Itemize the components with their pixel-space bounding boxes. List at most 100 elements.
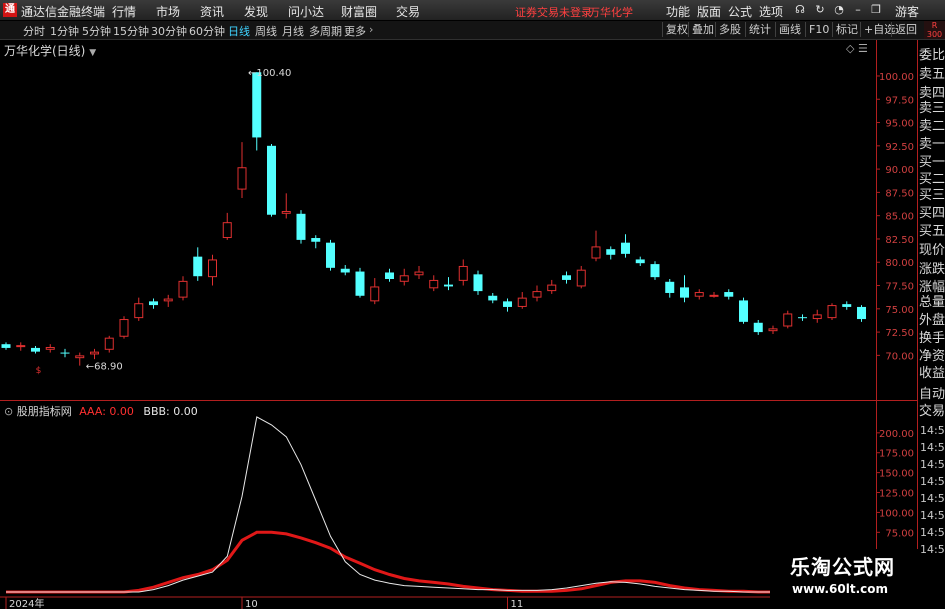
chevron-right-icon[interactable]: › [369, 23, 373, 36]
candle-body [208, 259, 217, 278]
price-axis-label: 77.50 [885, 282, 914, 293]
price-axis-label: 95.00 [885, 119, 914, 130]
tick-time: 14:56 [920, 458, 945, 471]
tool-statistics[interactable]: 统计 [745, 22, 771, 37]
price-axis-label: 87.50 [885, 188, 914, 199]
skin-icon[interactable]: ◔ [832, 3, 846, 16]
candle-body [193, 256, 203, 277]
label-volume: 总量 [919, 295, 945, 310]
price-axis-label: 75.00 [885, 305, 914, 316]
menu-news[interactable]: 资讯 [200, 3, 224, 20]
indicator-axis-label: 75.00 [885, 528, 914, 539]
candle-body [340, 268, 350, 273]
corner-badge[interactable]: R 300 [924, 21, 945, 39]
tool-multi-stock[interactable]: 多股 [715, 22, 741, 37]
candle-body [444, 284, 453, 287]
tool-draw-line[interactable]: 画线 [775, 22, 801, 37]
candle-body [665, 281, 675, 293]
watermark-title: 乐淘公式网 [790, 555, 895, 579]
candlestick-chart[interactable]: 70.00 72.50 75.00 77.50 80.00 82.50 85.00 87.50… [0, 40, 917, 400]
period-timeshare[interactable]: 分时 [23, 23, 45, 39]
label-bid3: 买三 [919, 188, 945, 203]
candle-body [650, 264, 660, 278]
tool-adjust[interactable]: 复权 [662, 22, 688, 37]
period-multi[interactable]: 多周期 [309, 23, 342, 39]
candle-body [606, 249, 616, 255]
price-axis-label: 82.50 [885, 235, 914, 246]
menu-ask-xiaoda[interactable]: 问小达 [288, 3, 324, 20]
indicator-axis-label: 200.00 [879, 429, 914, 440]
candle-body [680, 287, 689, 298]
menu-functions[interactable]: 功能 [666, 3, 690, 20]
menu-trade[interactable]: 交易 [396, 3, 420, 20]
candle-body [798, 317, 807, 319]
period-1min[interactable]: 1分钟 [50, 23, 79, 39]
period-5min[interactable]: 5分钟 [82, 23, 111, 39]
candle-body [517, 297, 527, 307]
label-turnover: 换手 [919, 331, 945, 346]
candle-body [857, 306, 866, 320]
label-bid2: 买二 [919, 172, 945, 187]
tool-f10[interactable]: F10 [805, 22, 829, 37]
tick-time: 14:56 [920, 441, 945, 454]
price-axis-label: 70.00 [885, 351, 914, 362]
menu-discover[interactable]: 发现 [244, 3, 268, 20]
label-auto[interactable]: 自动 [919, 387, 945, 402]
period-weekly[interactable]: 周线 [255, 23, 277, 39]
refresh-icon[interactable]: ↻ [813, 3, 827, 16]
date-axis-label: 10 [245, 599, 258, 609]
period-15min[interactable]: 15分钟 [113, 23, 149, 39]
candle-body [311, 238, 321, 242]
restore-icon[interactable]: ❐ [869, 3, 883, 16]
menu-layout[interactable]: 版面 [697, 3, 721, 20]
period-monthly[interactable]: 月线 [282, 23, 304, 39]
candle-body [547, 284, 557, 292]
trade-login-status[interactable]: 证券交易未登录 [515, 4, 592, 20]
main-price-axis-line [876, 40, 877, 400]
price-axis-label: 90.00 [885, 165, 914, 176]
price-axis-label: 100.00 [879, 72, 914, 83]
period-60min[interactable]: 60分钟 [189, 23, 225, 39]
candle-body [576, 269, 586, 287]
price-annotation: ←68.90 [86, 362, 123, 373]
candle-body [16, 345, 26, 348]
headset-icon[interactable]: ☊ [793, 3, 807, 16]
period-30min[interactable]: 30分钟 [151, 23, 187, 39]
label-trades[interactable]: 交易 [919, 404, 945, 419]
candle-body [237, 167, 247, 190]
menu-market[interactable]: 市场 [156, 3, 180, 20]
candle-body [783, 313, 793, 327]
tool-add-watchlist[interactable]: +自选 [860, 22, 895, 37]
candle-body [252, 72, 262, 138]
menu-formula[interactable]: 公式 [728, 3, 752, 20]
label-ask2: 卖二 [919, 119, 945, 134]
minimize-icon[interactable]: – [851, 3, 865, 16]
label-ask4: 卖四 [919, 86, 945, 101]
label-ask5: 卖五 [919, 67, 945, 82]
candle-body [222, 222, 232, 239]
user-guest[interactable]: 游客 [895, 3, 919, 20]
candle-body [458, 265, 468, 281]
tool-back[interactable]: 返回 [891, 22, 917, 37]
label-change: 涨跌 [919, 262, 945, 277]
price-axis-label: 72.50 [885, 328, 914, 339]
current-stock-name: 万华化学 [589, 6, 633, 19]
period-daily[interactable]: 日线 [228, 23, 250, 39]
menu-wealth-circle[interactable]: 财富圈 [341, 3, 377, 20]
tool-overlay[interactable]: 叠加 [688, 22, 714, 37]
menu-quotes[interactable]: 行情 [112, 3, 136, 20]
watermark-url: www.60lt.com [792, 582, 889, 596]
candle-body [326, 242, 335, 268]
label-net-asset: 净资 [919, 349, 945, 364]
label-change-pct: 涨幅 [919, 280, 945, 295]
tool-mark[interactable]: 标记 [832, 22, 858, 37]
candle-body [562, 275, 571, 280]
menu-options[interactable]: 选项 [759, 3, 783, 20]
candle-body [399, 275, 409, 282]
period-more[interactable]: 更多 [344, 23, 366, 39]
candle-body [812, 314, 822, 320]
candle-body [842, 304, 852, 307]
tick-time: 14:56 [920, 424, 945, 437]
candle-body [1, 344, 11, 348]
candle-body [178, 280, 188, 298]
